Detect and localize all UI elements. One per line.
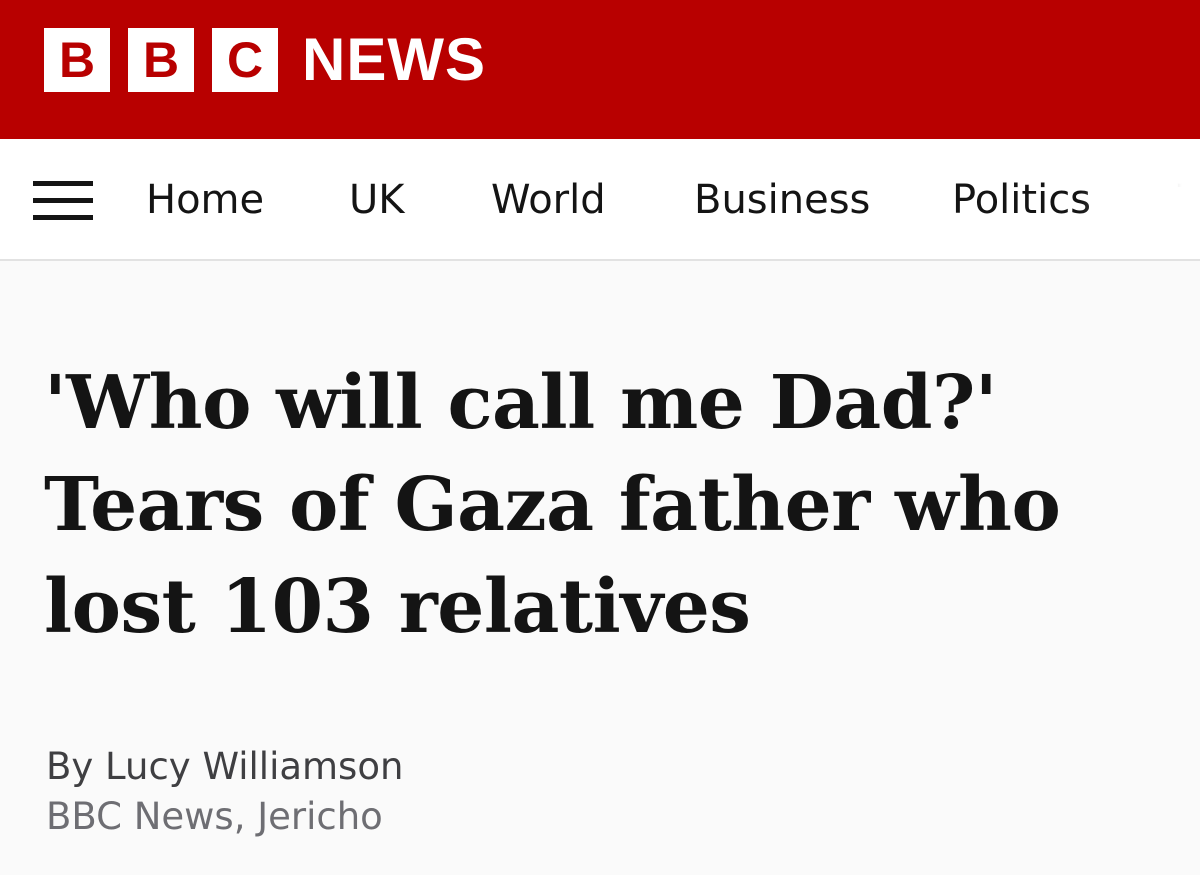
byline-author: By Lucy Williamson: [46, 745, 404, 788]
navigation-bar: Home UK World Business Politics T: [0, 139, 1200, 261]
nav-item-politics[interactable]: Politics: [952, 175, 1091, 225]
article-headline: 'Who will call me Dad?' Tears of Gaza fa…: [44, 360, 1061, 650]
nav-item-uk[interactable]: UK: [349, 175, 405, 225]
nav-item-partial[interactable]: T: [1178, 175, 1200, 225]
masthead: B B C NEWS: [0, 0, 1200, 139]
logo-letter-b1: B: [44, 28, 110, 92]
nav-item-world[interactable]: World: [491, 175, 606, 225]
logo-letter-b2: B: [128, 28, 194, 92]
hamburger-menu-icon[interactable]: [33, 181, 93, 221]
logo-news-text: NEWS: [302, 26, 486, 93]
bbc-news-logo[interactable]: B B C NEWS: [44, 28, 486, 92]
byline-location: BBC News, Jericho: [46, 795, 383, 838]
nav-item-business[interactable]: Business: [694, 175, 870, 225]
nav-item-home[interactable]: Home: [146, 175, 264, 225]
logo-letter-c: C: [212, 28, 278, 92]
